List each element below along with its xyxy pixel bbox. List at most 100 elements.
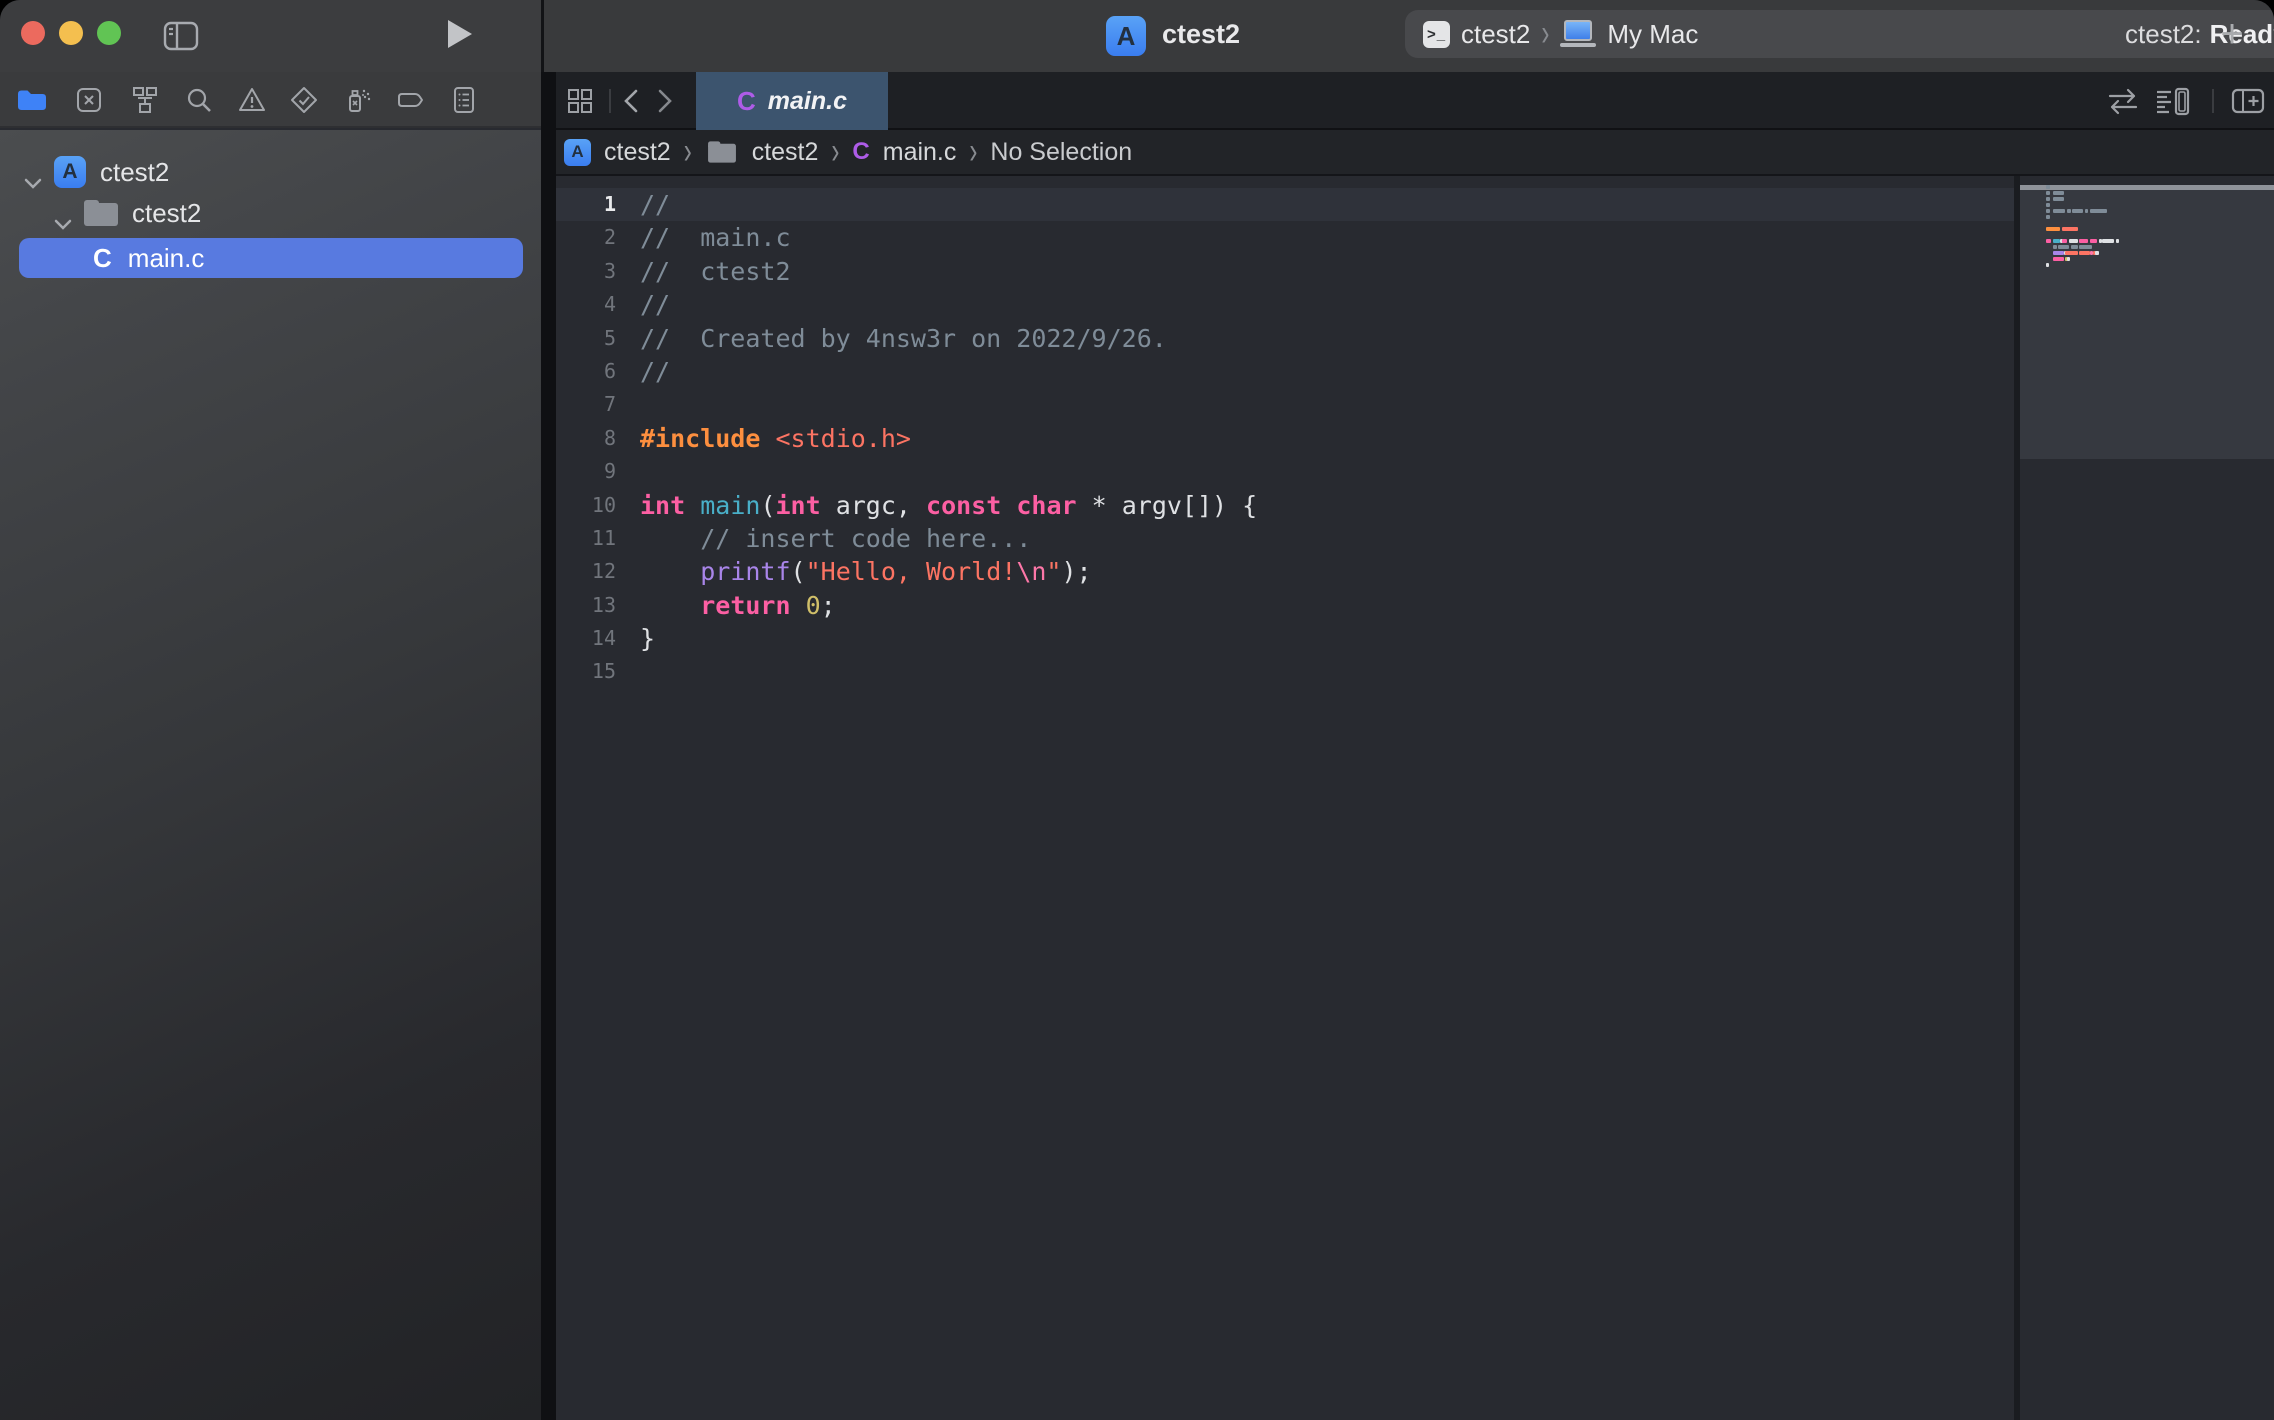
- sidebar-split-divider[interactable]: [541, 72, 556, 1420]
- code-text: return 0;: [640, 591, 836, 620]
- tree-label: ctest2: [100, 157, 169, 188]
- minimap-code-bar: [2053, 257, 2064, 261]
- scheme-status-pill: >_ ctest2 › My Mac ctest2: Ready | Today…: [1405, 10, 2274, 58]
- minimap-code-bar: [2053, 251, 2064, 255]
- line-number: 15: [556, 655, 616, 688]
- zoom-button[interactable]: [97, 21, 121, 45]
- code-line[interactable]: 8 #include <stdio.h>: [556, 422, 2014, 455]
- run-button[interactable]: [448, 20, 472, 48]
- code-text: int main(int argc, const char * argv[]) …: [640, 491, 1257, 520]
- library-add-button[interactable]: +: [2210, 12, 2254, 56]
- minimize-button[interactable]: [59, 21, 83, 45]
- go-forward-icon[interactable]: [656, 88, 674, 114]
- add-editor-icon[interactable]: [2230, 86, 2266, 116]
- code-line[interactable]: 7: [556, 388, 2014, 421]
- line-number: 6: [556, 355, 616, 388]
- breakpoint-navigator-icon[interactable]: [396, 85, 426, 115]
- chevron-right-icon: ›: [969, 130, 977, 173]
- minimap-code-bar: [2062, 227, 2078, 231]
- tree-row-project[interactable]: A ctest2: [0, 152, 541, 192]
- status-project: ctest2:: [2125, 19, 2202, 50]
- minimap-code-bar: [2062, 239, 2067, 243]
- c-file-icon: C: [737, 86, 756, 117]
- folder-icon: [84, 200, 118, 226]
- code-line[interactable]: 13 return 0;: [556, 589, 2014, 622]
- destination-name[interactable]: My Mac: [1607, 19, 1698, 50]
- toggle-sidebar-icon[interactable]: [163, 19, 199, 53]
- tab-main-c[interactable]: C main.c: [696, 72, 888, 130]
- code-line[interactable]: 5// Created by 4nsw3r on 2022/9/26.: [556, 322, 2014, 355]
- code-line[interactable]: 14}: [556, 622, 2014, 655]
- line-number: 3: [556, 255, 616, 288]
- tree-label: ctest2: [132, 198, 201, 229]
- minimap-current-line: [2020, 185, 2274, 190]
- symbol-navigator-icon[interactable]: [130, 85, 160, 115]
- line-number: 13: [556, 589, 616, 622]
- minimap[interactable]: [2020, 176, 2274, 1420]
- tab-bar: C main.c: [556, 72, 2274, 130]
- line-number: 1: [556, 188, 616, 221]
- minimap-code-bar: [2095, 251, 2099, 255]
- window-title: ctest2: [1162, 19, 1240, 50]
- editor-overview-icon[interactable]: [566, 87, 594, 115]
- line-number: 10: [556, 489, 616, 522]
- titlebar-right: A ctest2 >_ ctest2 › My Mac ctest2: Read…: [544, 0, 2274, 72]
- minimap-code-bar: [2065, 251, 2077, 255]
- debug-navigator-icon[interactable]: [343, 85, 373, 115]
- minimap-code-bar: [2067, 257, 2070, 261]
- tree-row-group[interactable]: ctest2: [0, 193, 541, 233]
- project-navigator-icon[interactable]: [16, 85, 46, 115]
- adjust-editor-options-icon[interactable]: [2153, 86, 2193, 116]
- source-editor[interactable]: 1//2// main.c3// ctest24//5// Created by…: [556, 176, 2014, 1420]
- source-control-navigator-icon[interactable]: [74, 85, 104, 115]
- terminal-icon: >_: [1423, 21, 1450, 48]
- chevron-right-icon: ›: [1541, 12, 1549, 55]
- line-number: 8: [556, 422, 616, 455]
- minimap-code-bar: [2053, 245, 2057, 249]
- find-navigator-icon[interactable]: [184, 85, 214, 115]
- project-app-icon: A: [54, 156, 86, 188]
- minimap-code-bar: [2046, 191, 2050, 195]
- tree-row-file-main-c[interactable]: C main.c: [0, 238, 541, 278]
- minimap-code-bar: [2053, 197, 2064, 201]
- code-line[interactable]: 6//: [556, 355, 2014, 388]
- jumpbar-group[interactable]: ctest2: [752, 138, 819, 167]
- code-line[interactable]: 4//: [556, 288, 2014, 321]
- code-line[interactable]: 1//: [556, 188, 2014, 221]
- scheme-name[interactable]: ctest2: [1461, 19, 1530, 50]
- minimap-code-bar: [2067, 209, 2071, 213]
- jumpbar-file[interactable]: main.c: [883, 138, 957, 167]
- code-text: #include <stdio.h>: [640, 424, 911, 453]
- disclosure-chevron-icon[interactable]: [54, 207, 72, 219]
- jumpbar-project[interactable]: ctest2: [604, 138, 671, 167]
- jump-bar: A ctest2 › ctest2 › C main.c › No Select…: [556, 130, 2274, 176]
- code-line[interactable]: 2// main.c: [556, 221, 2014, 254]
- minimap-code-bar: [2046, 215, 2050, 219]
- chevron-right-icon: ›: [831, 130, 839, 173]
- minimap-code-bar: [2046, 185, 2050, 189]
- xcode-window: A ctest2 >_ ctest2 › My Mac ctest2: Read…: [0, 0, 2274, 1420]
- mac-device-icon: [1560, 20, 1596, 47]
- minimap-code-bar: [2072, 209, 2083, 213]
- test-navigator-icon[interactable]: [289, 85, 319, 115]
- minimap-code-bar: [2053, 239, 2060, 243]
- code-line[interactable]: 15: [556, 655, 2014, 688]
- report-navigator-icon[interactable]: [449, 85, 479, 115]
- disclosure-chevron-icon[interactable]: [24, 166, 42, 178]
- minimap-code-bar: [2046, 239, 2051, 243]
- jumpbar-selection[interactable]: No Selection: [990, 138, 1132, 167]
- code-line[interactable]: 10 int main(int argc, const char * argv[]…: [556, 489, 2014, 522]
- code-line[interactable]: 12 printf("Hello, World!\n");: [556, 555, 2014, 588]
- titlebar-divider: [541, 0, 544, 72]
- scheme-selector[interactable]: >_ ctest2 › My Mac: [1423, 10, 1698, 58]
- code-line[interactable]: 9: [556, 455, 2014, 488]
- code-lines: 1//2// main.c3// ctest24//5// Created by…: [556, 188, 2014, 689]
- issue-navigator-icon[interactable]: [237, 85, 267, 115]
- close-button[interactable]: [21, 21, 45, 45]
- code-line[interactable]: 11 // insert code here...: [556, 522, 2014, 555]
- code-review-icon[interactable]: [2106, 86, 2140, 116]
- minimap-code-bar: [2090, 209, 2108, 213]
- go-back-icon[interactable]: [622, 88, 640, 114]
- code-line[interactable]: 3// ctest2: [556, 255, 2014, 288]
- code-text: // main.c: [640, 223, 791, 252]
